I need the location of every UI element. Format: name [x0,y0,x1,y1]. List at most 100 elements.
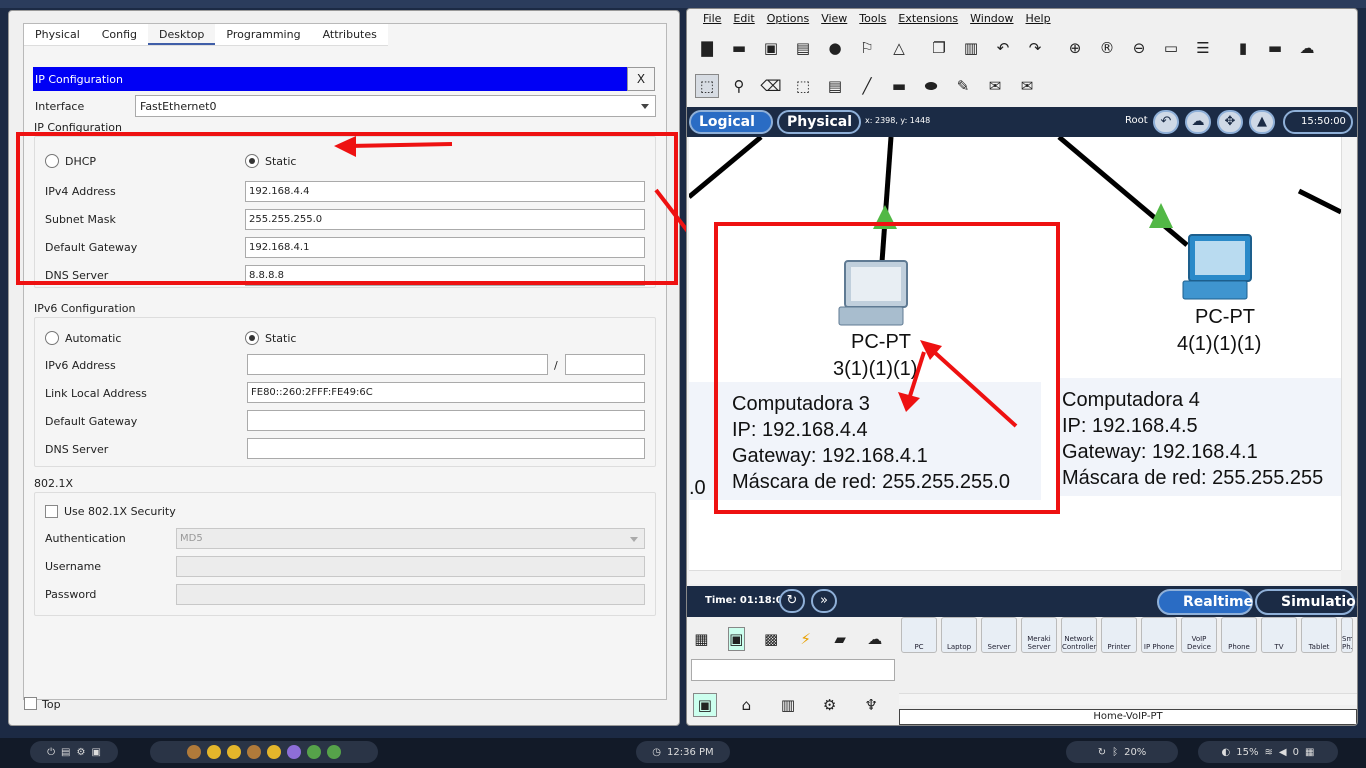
ipv6-static-radio[interactable] [245,331,259,345]
device-voip[interactable]: VoIP Device [1181,617,1217,653]
pc-icon[interactable] [1179,233,1259,307]
save-icon[interactable]: ▣ [759,36,783,60]
app-icon[interactable] [247,745,261,759]
chrome-icon[interactable] [207,745,221,759]
network-devices-icon[interactable]: ▦ [693,627,710,651]
zoom-out-icon[interactable]: ⊖ [1127,36,1151,60]
system-tray-left[interactable]: ⏻ ▤ ⚙ ▣ [30,741,118,763]
chrome-icon[interactable] [267,745,281,759]
menu-options[interactable]: Options [761,9,815,29]
vertical-scrollbar[interactable] [1341,137,1356,570]
end-devices-icon[interactable]: ▣ [727,627,745,651]
password-field[interactable] [176,584,645,605]
connections-icon[interactable]: ⚡ [797,627,814,651]
end-device-icon[interactable]: ▣ [693,693,717,717]
components-icon[interactable]: ▩ [763,627,780,651]
info-icon[interactable]: ● [823,36,847,60]
open-folder-icon[interactable]: ▬ [727,36,751,60]
redo-icon[interactable]: ↷ [1023,36,1047,60]
notes-icon[interactable]: ▮ [1231,36,1255,60]
zoom-in-icon[interactable]: ⊕ [1063,36,1087,60]
multiuser-cloud-icon[interactable]: ☁ [866,627,883,651]
power-grid-icon[interactable]: ♆ [859,693,883,717]
background-icon[interactable]: ▲ [1249,110,1275,134]
ellipse-icon[interactable]: ⬬ [919,74,943,98]
city-icon[interactable]: ▥ [776,693,800,717]
menu-edit[interactable]: Edit [727,9,760,29]
industrial-icon[interactable]: ⚙ [818,693,842,717]
logical-button[interactable]: Logical [689,110,773,134]
app-icon[interactable] [287,745,301,759]
device-controller[interactable]: Network Controller [1061,617,1097,653]
menu-window[interactable]: Window [964,9,1019,29]
quick-settings[interactable]: ◐ 15% ≋ ◀ 0 ▦ [1198,741,1338,763]
print-icon[interactable]: ▤ [791,36,815,60]
device-meraki[interactable]: Meraki Server [1021,617,1057,653]
menu-view[interactable]: View [815,9,853,29]
pdu-icon[interactable]: ✉ [983,74,1007,98]
router-icon[interactable]: ▬ [1263,36,1287,60]
note-icon[interactable]: ▤ [823,74,847,98]
device-laptop[interactable]: Laptop [941,617,977,653]
window-icon[interactable]: ▭ [1159,36,1183,60]
menu-extensions[interactable]: Extensions [892,9,964,29]
new-file-icon[interactable]: ▇ [695,36,719,60]
inspect-icon[interactable]: ⚲ [727,74,751,98]
wizard-icon[interactable]: ⚐ [855,36,879,60]
cloud-icon[interactable]: ☁ [1295,36,1319,60]
username-field[interactable] [176,556,645,577]
device-search-input[interactable] [691,659,895,681]
ipv6-address-field[interactable] [247,354,548,375]
realtime-button[interactable]: Realtime [1157,589,1253,615]
top-checkbox[interactable] [24,697,37,710]
paste-icon[interactable]: ▥ [959,36,983,60]
physical-button[interactable]: Physical [777,110,861,134]
link-local-field[interactable]: FE80::260:2FFF:FE49:6C [247,382,645,403]
device-tablet[interactable]: Tablet [1301,617,1337,653]
menu-help[interactable]: Help [1020,9,1057,29]
ipv6-prefix-field[interactable] [565,354,645,375]
simulation-button[interactable]: Simulation [1255,589,1357,615]
list-icon[interactable]: ☰ [1191,36,1215,60]
status-widget[interactable]: ↻ ᛒ 20% [1066,741,1178,763]
move-icon[interactable]: ✥ [1217,110,1243,134]
home-icon[interactable]: ⌂ [735,693,759,717]
copy-icon[interactable]: ❐ [927,36,951,60]
ipv6-dns-field[interactable] [247,438,645,459]
misc-icon[interactable]: ▰ [832,627,849,651]
device-ip-phone[interactable]: IP Phone [1141,617,1177,653]
device-pc[interactable]: PC [901,617,937,653]
menu-tools[interactable]: Tools [853,9,892,29]
select-icon[interactable]: ⬚ [695,74,719,98]
clock-button[interactable]: 15:50:00 [1283,110,1353,134]
automatic-radio[interactable] [45,331,59,345]
back-icon[interactable]: ↶ [1153,110,1179,134]
cloud-add-icon[interactable]: ☁ [1185,110,1211,134]
chrome-icon[interactable] [227,745,241,759]
rectangle-icon[interactable]: ▬ [887,74,911,98]
device-printer[interactable]: Printer [1101,617,1137,653]
freehand-icon[interactable]: ✎ [951,74,975,98]
device-server[interactable]: Server [981,617,1017,653]
activity-icon[interactable]: △ [887,36,911,60]
horizontal-scrollbar[interactable] [689,570,1341,584]
menu-file[interactable]: File [697,9,727,29]
device-list-scrollbar[interactable] [899,693,1357,705]
delete-icon[interactable]: ⌫ [759,74,783,98]
device-tv[interactable]: TV [1261,617,1297,653]
undo-icon[interactable]: ↶ [991,36,1015,60]
packet-tracer-icon[interactable] [327,745,341,759]
clock-widget[interactable]: ◷ 12:36 PM [636,741,730,763]
complex-pdu-icon[interactable]: ✉ [1015,74,1039,98]
power-cycle-icon[interactable]: ↻ [779,589,805,613]
resize-icon[interactable]: ⬚ [791,74,815,98]
ipv6-gateway-field[interactable] [247,410,645,431]
authentication-select[interactable]: MD5 [176,528,645,549]
app-icon[interactable] [187,745,201,759]
line-icon[interactable]: ╱ [855,74,879,98]
zoom-reset-icon[interactable]: ® [1095,36,1119,60]
device-phone[interactable]: Phone [1221,617,1257,653]
use-8021x-checkbox[interactable] [45,505,58,518]
packet-tracer-icon[interactable] [307,745,321,759]
fast-forward-icon[interactable]: » [811,589,837,613]
